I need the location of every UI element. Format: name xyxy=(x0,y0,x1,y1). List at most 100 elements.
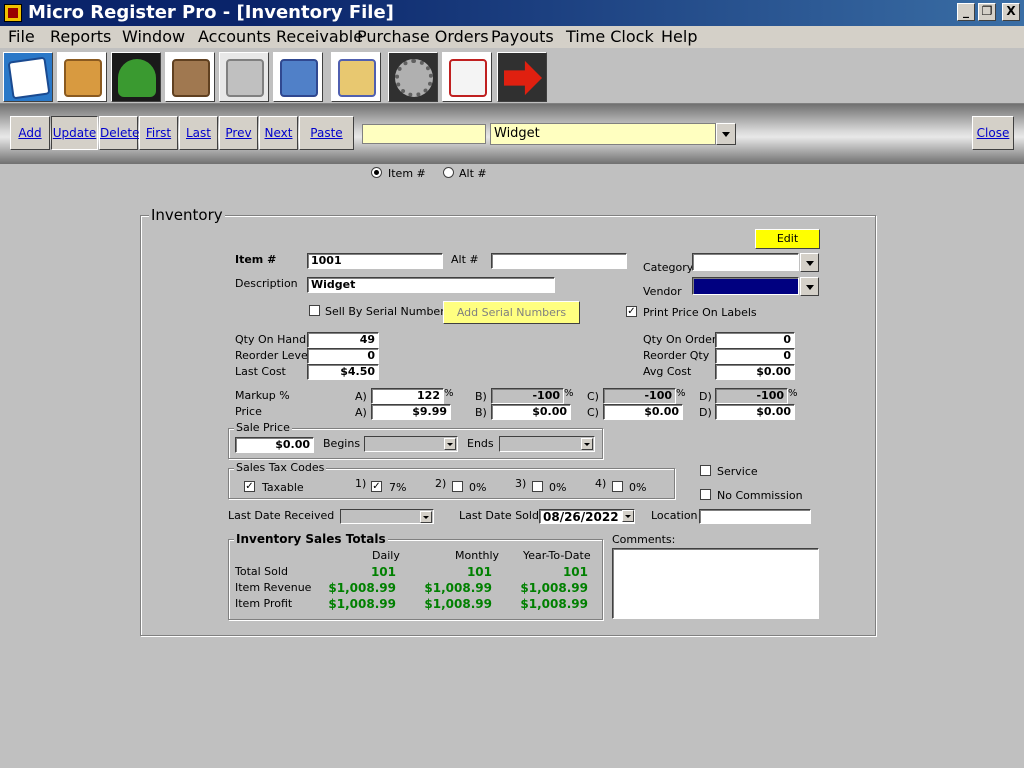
clipboard-box-icon[interactable] xyxy=(57,52,107,102)
ends-date-combo[interactable] xyxy=(499,436,595,452)
begins-date-combo[interactable] xyxy=(364,436,458,452)
prev-button[interactable]: Prev xyxy=(219,116,258,150)
no-commission-checkbox[interactable] xyxy=(700,489,711,500)
last-date-sold-dropdown[interactable] xyxy=(620,509,635,524)
tax-code-2-checkbox[interactable] xyxy=(452,481,463,492)
title-bar: Micro Register Pro - [Inventory File] _ … xyxy=(0,0,1024,26)
restore-button[interactable]: ❐ xyxy=(978,3,996,21)
reorder-level-field[interactable]: 0 xyxy=(307,348,379,364)
sales-totals-title: Inventory Sales Totals xyxy=(234,532,388,546)
last-button[interactable]: Last xyxy=(179,116,218,150)
tier-a-price-field[interactable]: $9.99 xyxy=(371,404,451,420)
vendor-dropdown-icon[interactable] xyxy=(800,277,819,296)
comments-textarea[interactable] xyxy=(612,548,819,619)
delete-button[interactable]: Delete xyxy=(99,116,139,150)
last-date-sold-dropdown-icon[interactable] xyxy=(622,510,634,522)
menu-help[interactable]: Help xyxy=(661,27,697,46)
item-number-radio[interactable] xyxy=(371,167,382,178)
edit-button[interactable]: Edit xyxy=(755,229,820,249)
alt-number-field[interactable] xyxy=(491,253,627,269)
first-button[interactable]: First xyxy=(139,116,178,150)
tax-code-2-rate: 0% xyxy=(469,481,487,494)
tax-code-3-checkbox[interactable] xyxy=(532,481,543,492)
item-number-field[interactable]: 1001 xyxy=(307,253,443,269)
menu-reports[interactable]: Reports xyxy=(50,27,111,46)
alt-number-label: Alt # xyxy=(451,253,479,266)
last-date-received-dropdown-icon[interactable] xyxy=(420,511,432,523)
alt-number-radio-label: Alt # xyxy=(459,167,487,180)
app-icon[interactable] xyxy=(4,4,22,22)
reorder-qty-field[interactable]: 0 xyxy=(715,348,795,364)
paid-invoice-icon[interactable] xyxy=(442,52,492,102)
sale-price-field[interactable]: $0.00 xyxy=(235,437,314,453)
inventory-group-title: Inventory xyxy=(149,206,225,224)
location-field[interactable] xyxy=(699,509,811,524)
tier-a-markup-field[interactable]: 122 xyxy=(371,388,444,404)
close-window-button[interactable]: X xyxy=(1002,3,1020,21)
last-cost-field[interactable]: $4.50 xyxy=(307,364,379,380)
avg-cost-field[interactable]: $0.00 xyxy=(715,364,795,380)
tax-code-4-number: 4) xyxy=(595,477,607,490)
taxable-checkbox[interactable]: ✓ xyxy=(244,481,255,492)
description-label: Description xyxy=(235,277,298,290)
tier-d-markup-field[interactable]: -100 xyxy=(715,388,788,404)
tier-d-price-field[interactable]: $0.00 xyxy=(715,404,795,420)
close-button[interactable]: Close xyxy=(972,116,1014,150)
service-label: Service xyxy=(717,465,758,478)
checklist-dollar-icon[interactable] xyxy=(331,52,381,102)
paste-button[interactable]: Paste xyxy=(299,116,354,150)
menu-purchase-orders[interactable]: Purchase Orders xyxy=(357,27,489,46)
warehouse-delivery-icon[interactable] xyxy=(273,52,323,102)
add-button[interactable]: Add xyxy=(10,116,50,150)
tax-code-4-checkbox[interactable] xyxy=(612,481,623,492)
last-date-received-combo[interactable] xyxy=(340,509,434,524)
avg-cost-label: Avg Cost xyxy=(643,365,692,378)
menu-time-clock[interactable]: Time Clock xyxy=(566,27,654,46)
category-combo[interactable] xyxy=(692,253,799,271)
category-dropdown-icon[interactable] xyxy=(800,253,819,272)
description-field[interactable]: Widget xyxy=(307,277,555,293)
total-sold-monthly: 101 xyxy=(466,565,492,579)
qty-on-hand-field[interactable]: 49 xyxy=(307,332,379,348)
totals-col-monthly: Monthly xyxy=(455,549,500,562)
exit-arrow-icon[interactable] xyxy=(497,52,547,102)
add-serial-numbers-button[interactable]: Add Serial Numbers xyxy=(443,301,580,324)
tax-code-3-number: 3) xyxy=(515,477,527,490)
search-input[interactable] xyxy=(362,124,486,144)
next-button[interactable]: Next xyxy=(259,116,298,150)
sell-by-serial-checkbox[interactable] xyxy=(309,305,320,316)
tax-code-1-checkbox[interactable]: ✓ xyxy=(371,481,382,492)
clipboard-person-icon[interactable] xyxy=(165,52,215,102)
begins-dropdown-icon[interactable] xyxy=(444,438,456,450)
tax-code-1-number: 1) xyxy=(355,477,367,490)
print-price-checkbox[interactable]: ✓ xyxy=(626,306,637,317)
markup-label: Markup % xyxy=(235,389,290,402)
qty-on-order-label: Qty On Order xyxy=(643,333,717,346)
tier-c-markup-field[interactable]: -100 xyxy=(603,388,676,404)
totals-col-ytd: Year-To-Date xyxy=(523,549,591,562)
minimize-button[interactable]: _ xyxy=(957,3,975,21)
menu-accounts-receivable[interactable]: Accounts Receivable xyxy=(198,27,363,46)
alt-number-radio[interactable] xyxy=(443,167,454,178)
vendor-combo[interactable] xyxy=(692,277,799,295)
menu-payouts[interactable]: Payouts xyxy=(491,27,554,46)
lookup-dropdown-icon[interactable] xyxy=(716,123,736,145)
tier-a-percent: % xyxy=(444,388,454,399)
tier-d-markup-letter: D) xyxy=(699,390,712,403)
service-checkbox[interactable] xyxy=(700,465,711,476)
people-group-icon[interactable] xyxy=(111,52,161,102)
notepad-pen-icon[interactable] xyxy=(3,52,53,102)
tier-c-price-field[interactable]: $0.00 xyxy=(603,404,683,420)
menu-window[interactable]: Window xyxy=(122,27,185,46)
update-button[interactable]: Update xyxy=(51,116,98,150)
menu-file[interactable]: File xyxy=(8,27,35,46)
cash-register-icon[interactable] xyxy=(219,52,269,102)
ends-dropdown-icon[interactable] xyxy=(581,438,593,450)
item-number-radio-label: Item # xyxy=(388,167,426,180)
lookup-combo[interactable]: Widget xyxy=(490,123,716,145)
tier-b-markup-field[interactable]: -100 xyxy=(491,388,564,404)
item-profit-monthly: $1,008.99 xyxy=(424,597,492,611)
tier-b-price-field[interactable]: $0.00 xyxy=(491,404,571,420)
qty-on-order-field[interactable]: 0 xyxy=(715,332,795,348)
gear-icon[interactable] xyxy=(388,52,438,102)
